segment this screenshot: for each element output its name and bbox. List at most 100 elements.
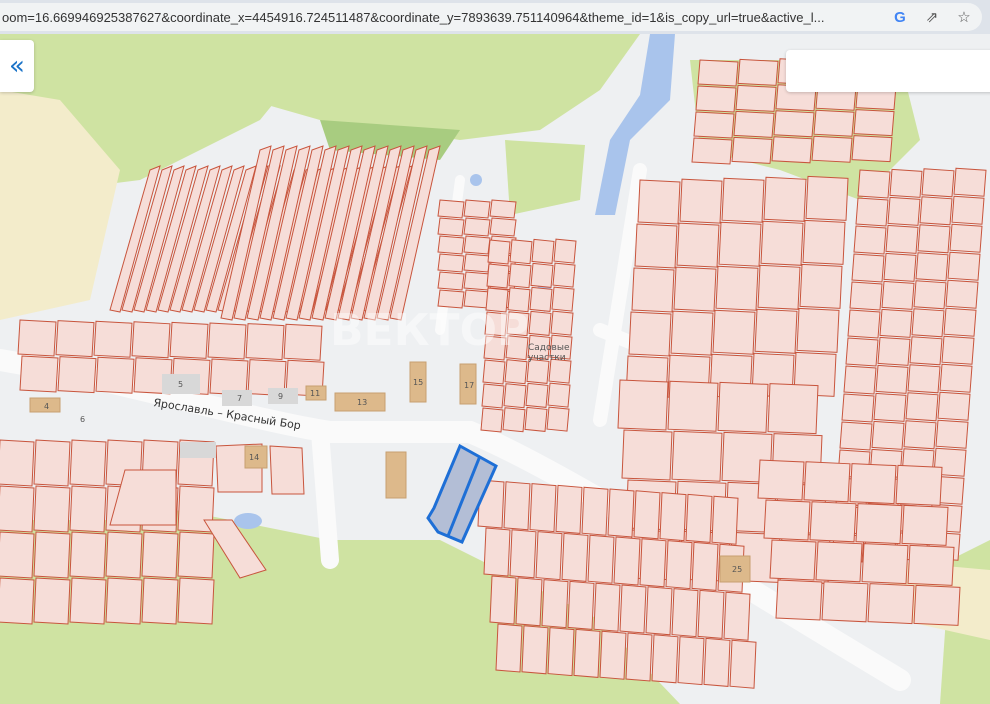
bookmark-star-icon[interactable]: ☆ bbox=[952, 8, 976, 26]
parcel[interactable] bbox=[685, 493, 713, 543]
parcel[interactable] bbox=[875, 364, 909, 394]
map-control-panel[interactable] bbox=[786, 50, 990, 92]
parcel[interactable] bbox=[945, 279, 979, 309]
parcel[interactable] bbox=[269, 445, 305, 495]
parcel[interactable] bbox=[207, 322, 247, 360]
parcel[interactable] bbox=[769, 539, 817, 581]
parcel[interactable] bbox=[245, 323, 285, 361]
parcel[interactable] bbox=[673, 266, 717, 312]
parcel[interactable] bbox=[813, 109, 855, 137]
parcel[interactable] bbox=[105, 531, 143, 579]
parcel[interactable] bbox=[463, 217, 491, 237]
parcel[interactable] bbox=[55, 320, 95, 358]
parcel[interactable] bbox=[871, 420, 905, 450]
parcel[interactable] bbox=[671, 430, 723, 482]
parcel[interactable] bbox=[721, 177, 765, 223]
parcel[interactable] bbox=[733, 110, 775, 138]
parcel[interactable] bbox=[735, 84, 777, 112]
parcel[interactable] bbox=[509, 239, 533, 265]
parcel[interactable] bbox=[853, 109, 895, 137]
parcel[interactable] bbox=[535, 531, 563, 581]
parcel[interactable] bbox=[0, 439, 35, 487]
parcel[interactable] bbox=[799, 263, 843, 309]
parcel[interactable] bbox=[550, 310, 574, 336]
parcel[interactable] bbox=[763, 499, 811, 541]
parcel[interactable] bbox=[639, 538, 667, 588]
parcel[interactable] bbox=[613, 536, 641, 586]
parcel[interactable] bbox=[0, 531, 35, 579]
parcel[interactable] bbox=[437, 253, 465, 273]
parcel[interactable] bbox=[525, 382, 549, 408]
parcel[interactable] bbox=[551, 286, 575, 312]
parcel[interactable] bbox=[607, 488, 635, 538]
parcel[interactable] bbox=[69, 577, 107, 625]
parcel[interactable] bbox=[715, 265, 759, 311]
parcel[interactable] bbox=[921, 168, 955, 198]
collapse-sidebar-button[interactable]: « bbox=[0, 40, 34, 92]
parcel[interactable] bbox=[949, 223, 983, 253]
parcel[interactable] bbox=[105, 577, 143, 625]
parcel[interactable] bbox=[671, 588, 699, 638]
parcel[interactable] bbox=[530, 262, 554, 288]
parcel[interactable] bbox=[889, 168, 923, 198]
parcel[interactable] bbox=[437, 199, 465, 219]
parcel[interactable] bbox=[69, 531, 107, 579]
parcel[interactable] bbox=[587, 534, 615, 584]
share-icon[interactable]: ⇗ bbox=[920, 8, 944, 26]
parcel[interactable] bbox=[855, 197, 889, 227]
parcel[interactable] bbox=[521, 625, 549, 675]
parcel[interactable] bbox=[177, 531, 215, 579]
parcel[interactable] bbox=[809, 501, 857, 543]
parcel[interactable] bbox=[803, 461, 851, 503]
parcel[interactable] bbox=[487, 239, 511, 265]
parcel[interactable] bbox=[773, 110, 815, 138]
parcel[interactable] bbox=[489, 199, 517, 219]
parcel[interactable] bbox=[679, 178, 723, 224]
parcel[interactable] bbox=[659, 492, 687, 542]
parcel[interactable] bbox=[855, 503, 903, 545]
parcel[interactable] bbox=[651, 634, 679, 684]
parcel[interactable] bbox=[935, 419, 969, 449]
parcel[interactable] bbox=[796, 307, 840, 353]
parcel[interactable] bbox=[775, 579, 823, 621]
parcel[interactable] bbox=[631, 267, 675, 313]
parcel[interactable] bbox=[853, 225, 887, 255]
parcel[interactable] bbox=[482, 359, 506, 385]
parcel[interactable] bbox=[552, 262, 576, 288]
parcel[interactable] bbox=[879, 308, 913, 338]
parcel[interactable] bbox=[717, 381, 769, 433]
parcel[interactable] bbox=[851, 135, 893, 163]
parcel[interactable] bbox=[0, 577, 35, 625]
parcel[interactable] bbox=[901, 504, 949, 546]
parcel[interactable] bbox=[953, 167, 987, 197]
parcel[interactable] bbox=[885, 224, 919, 254]
parcel[interactable] bbox=[33, 485, 71, 533]
parcel[interactable] bbox=[703, 637, 731, 687]
parcel[interactable] bbox=[805, 175, 849, 221]
parcel[interactable] bbox=[529, 286, 553, 312]
parcel[interactable] bbox=[670, 310, 714, 356]
parcel[interactable] bbox=[437, 217, 465, 237]
parcel[interactable] bbox=[729, 639, 757, 689]
parcel[interactable] bbox=[561, 532, 589, 582]
parcel[interactable] bbox=[489, 217, 517, 237]
parcel[interactable] bbox=[907, 364, 941, 394]
parcel[interactable] bbox=[905, 392, 939, 422]
parcel[interactable] bbox=[621, 429, 673, 481]
parcel[interactable] bbox=[757, 459, 805, 501]
parcel[interactable] bbox=[625, 632, 653, 682]
parcel[interactable] bbox=[177, 577, 215, 625]
parcel[interactable] bbox=[847, 309, 881, 339]
parcel[interactable] bbox=[593, 582, 621, 632]
parcel[interactable] bbox=[718, 221, 762, 267]
parcel[interactable] bbox=[57, 356, 97, 394]
parcel[interactable] bbox=[693, 111, 735, 139]
parcel[interactable] bbox=[947, 251, 981, 281]
parcel[interactable] bbox=[845, 337, 879, 367]
parcel[interactable] bbox=[919, 196, 953, 226]
parcel[interactable] bbox=[754, 308, 798, 354]
parcel[interactable] bbox=[907, 544, 955, 586]
parcel[interactable] bbox=[691, 137, 733, 165]
parcel[interactable] bbox=[937, 391, 971, 421]
address-bar[interactable]: oom=16.669946925387627&coordinate_x=4454… bbox=[0, 3, 982, 31]
